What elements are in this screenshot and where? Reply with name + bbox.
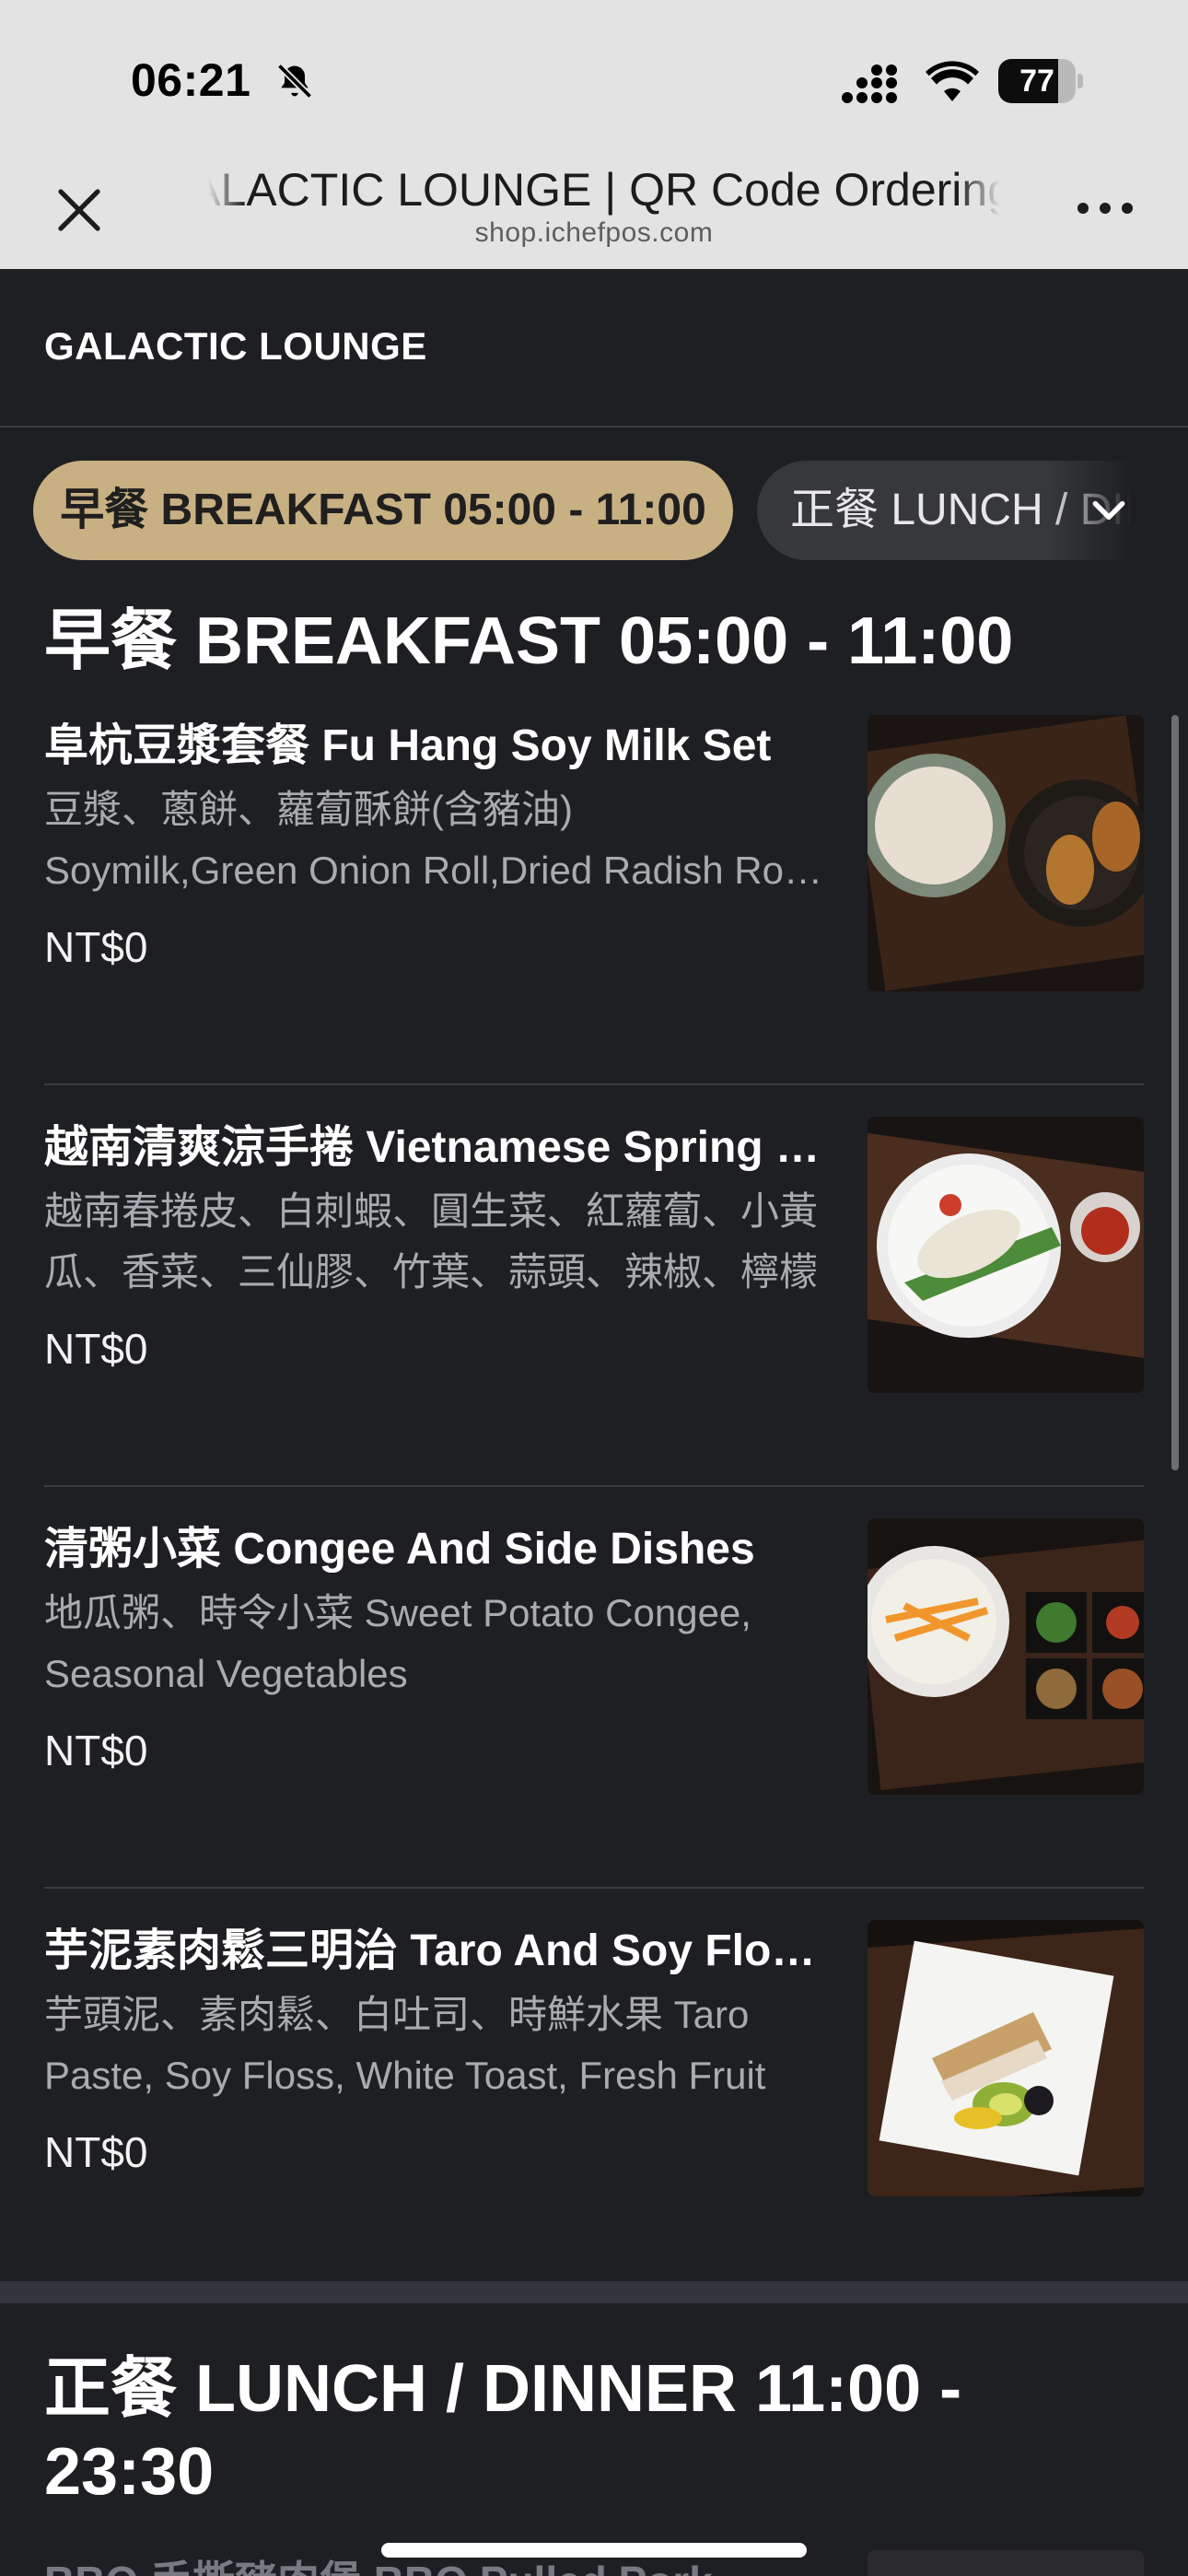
browser-title: GALACTIC LOUNGE | QR Code Ordering xyxy=(208,162,1000,217)
status-time: 06:21 xyxy=(131,54,251,106)
item-divider xyxy=(44,1485,1144,1487)
wifi-icon xyxy=(926,61,979,101)
tab-breakfast[interactable]: 早餐 BREAKFAST 05:00 - 11:00 xyxy=(33,461,733,560)
page-title-text: GALACTIC LOUNGE | QR Code Ordering xyxy=(208,164,1000,216)
section-title-breakfast: 早餐 BREAKFAST 05:00 - 11:00 xyxy=(44,604,1014,678)
scrollbar[interactable] xyxy=(1171,715,1179,1470)
item-divider xyxy=(44,1083,1144,1085)
section-separator xyxy=(0,2281,1188,2303)
cellular-signal-icon xyxy=(842,64,897,103)
menu-item[interactable]: 越南清爽涼手捲 Vietnamese Spring Rolls 越南春捲皮、白刺… xyxy=(44,1117,1144,1518)
item-price: NT$0 xyxy=(44,1727,148,1774)
menu-item[interactable]: 清粥小菜 Congee And Side Dishes 地瓜粥、時令小菜 Swe… xyxy=(44,1518,1144,1920)
menu-item[interactable]: 阜杭豆漿套餐 Fu Hang Soy Milk Set 豆漿、蔥餅、蘿蔔酥餅(含… xyxy=(44,715,1144,1117)
chevron-down-icon[interactable] xyxy=(1089,490,1129,531)
congee-photo xyxy=(868,1518,1144,1795)
home-indicator[interactable] xyxy=(381,2543,807,2558)
item-description: 越南春捲皮、白刺蝦、圓生菜、紅蘿蔔、小黃瓜、香菜、三仙膠、竹葉、蒜頭、辣椒、檸檬 xyxy=(44,1189,819,1294)
item-price: NT$0 xyxy=(44,923,148,971)
item-name: 清粥小菜 Congee And Side Dishes xyxy=(44,1525,755,1574)
item-price: NT$0 xyxy=(44,2128,148,2176)
battery-icon: 77 xyxy=(998,59,1083,103)
battery-level-text: 77 xyxy=(1019,64,1054,99)
taro-sandwich-photo xyxy=(868,1920,1144,2196)
soy-milk-set-photo xyxy=(868,715,1144,991)
pulled-pork-photo xyxy=(868,2550,1144,2576)
item-name: 芋泥素肉鬆三明治 Taro And Soy Floss Sandwich xyxy=(44,1926,827,1975)
browser-domain: shop.ichefpos.com xyxy=(474,217,714,248)
item-name: 阜杭豆漿套餐 Fu Hang Soy Milk Set xyxy=(44,721,772,770)
store-name: GALACTIC LOUNGE xyxy=(44,324,427,368)
item-divider xyxy=(44,1887,1144,1889)
store-header: GALACTIC LOUNGE xyxy=(0,269,1188,427)
more-options-icon[interactable] xyxy=(1077,197,1144,219)
menu-item[interactable]: 芋泥素肉鬆三明治 Taro And Soy Floss Sandwich 芋頭泥… xyxy=(44,1920,1144,2322)
item-description: 地瓜粥、時令小菜 Sweet Potato Congee, Seasonal V… xyxy=(44,1591,751,1695)
spring-roll-photo xyxy=(868,1117,1144,1393)
item-description: 豆漿、蔥餅、蘿蔔酥餅(含豬油) Soymilk,Green Onion Roll… xyxy=(44,788,801,892)
item-name: 越南清爽涼手捲 Vietnamese Spring Rolls xyxy=(44,1123,827,1172)
item-description: 芋頭泥、素肉鬆、白吐司、時鮮水果 Taro Paste, Soy Floss, … xyxy=(44,1993,766,2097)
browser-chrome: 06:21 77 GALACTIC LOUNGE | QR Code Order… xyxy=(0,0,1188,269)
section-title-lunch-dinner: 正餐 LUNCH / DINNER 11:00 - 23:30 xyxy=(44,2352,962,2509)
menu-tabs: 早餐 BREAKFAST 05:00 - 11:00 正餐 LUNCH / DI… xyxy=(0,429,1188,597)
item-price: NT$0 xyxy=(44,1325,148,1373)
bell-muted-icon xyxy=(276,63,313,100)
